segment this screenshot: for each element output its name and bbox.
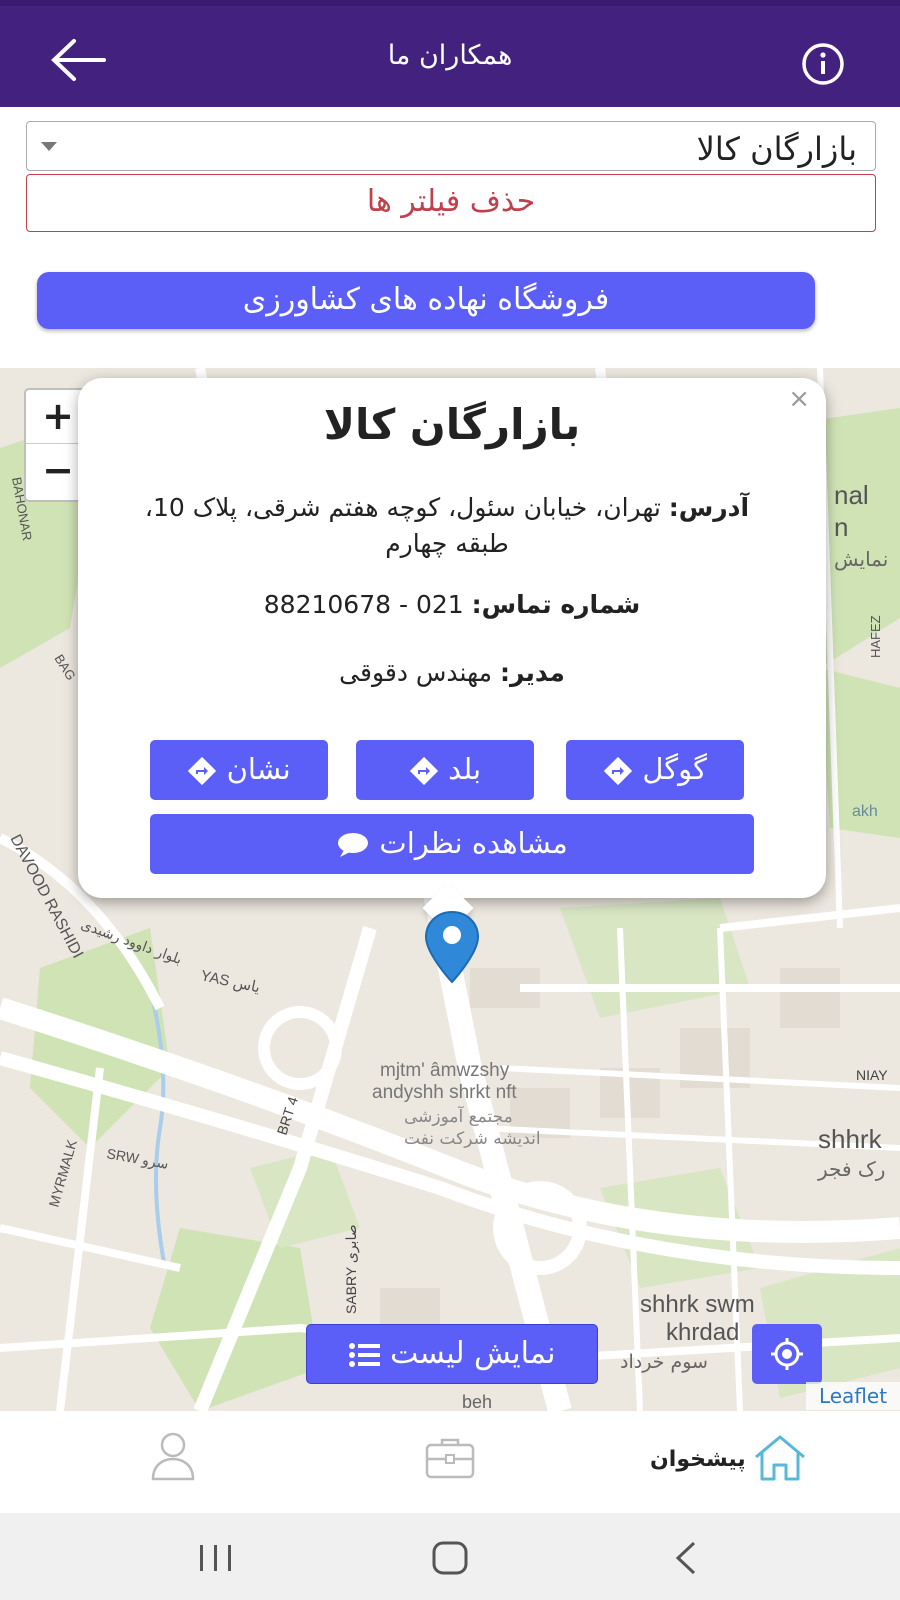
store-address: آدرس: تهران، خیابان سئول، کوچه هفتم شرقی… <box>138 490 756 562</box>
directions-icon <box>603 756 633 786</box>
list-icon <box>348 1342 380 1367</box>
show-list-label: نمایش لیست <box>390 1336 556 1371</box>
locate-me-button[interactable] <box>752 1324 822 1384</box>
select-value: بازارگان کالا <box>696 130 857 168</box>
crosshair-icon <box>771 1338 803 1370</box>
balad-button[interactable]: بلد <box>356 740 534 800</box>
store-popup: × بازارگان کالا آدرس: تهران، خیابان سئول… <box>78 378 826 934</box>
back-icon[interactable] <box>674 1541 698 1575</box>
map-label: mjtm' âmwzshy <box>380 1060 510 1081</box>
map-attribution[interactable]: Leaflet <box>806 1382 900 1410</box>
map-label: HAFEZ <box>868 615 883 658</box>
phone-label: شماره تماس: <box>471 590 641 619</box>
balad-label: بلد <box>448 752 482 786</box>
map-label: shhrk swm <box>640 1291 755 1318</box>
map-label: nal <box>834 480 869 510</box>
neshan-button[interactable]: نشان <box>150 740 328 800</box>
store-filter-select[interactable]: بازارگان کالا <box>26 121 876 171</box>
map-label: akh <box>852 803 878 820</box>
popup-title: بازارگان کالا <box>323 400 581 449</box>
info-circle-icon[interactable] <box>800 41 846 87</box>
recent-apps-icon[interactable] <box>198 1543 234 1573</box>
user-profile-icon[interactable] <box>150 1431 196 1481</box>
briefcase-icon[interactable] <box>424 1435 476 1481</box>
app-header: همکاران ما <box>0 0 900 107</box>
map-label: اندیشه شرکت نفت <box>404 1129 541 1149</box>
map-label: رک فجر <box>817 1157 885 1181</box>
chevron-down-icon <box>41 142 57 151</box>
map-label: نمایش <box>834 547 888 571</box>
address-value: تهران، خیابان سئول، کوچه هفتم شرقی، پلاک… <box>144 493 661 558</box>
page-title: همکاران ما <box>387 40 513 71</box>
home-tab-label[interactable]: پیشخوان <box>650 1447 746 1472</box>
directions-icon <box>188 756 217 786</box>
manager-label: مدیر: <box>499 658 565 687</box>
manager-value: مهندس دقوقی <box>339 658 493 687</box>
show-list-button[interactable]: نمایش لیست <box>306 1324 598 1384</box>
map-label: سوم خرداد <box>620 1351 708 1373</box>
map-label: MYRMALK <box>46 1137 81 1209</box>
neshan-label: نشان <box>226 752 291 786</box>
map-label: BAG <box>51 652 78 683</box>
category-button[interactable]: فروشگاه نهاده های کشاورزی <box>37 272 815 329</box>
map-label: khrdad <box>666 1319 739 1346</box>
google-maps-button[interactable]: گوگل <box>566 740 744 800</box>
home-icon[interactable] <box>752 1433 808 1483</box>
store-phone: شماره تماس: 021 - 88210678 <box>78 590 826 619</box>
system-navigation-bar <box>0 1513 900 1600</box>
phone-value: 021 - 88210678 <box>263 590 464 619</box>
view-reviews-button[interactable]: مشاهده نظرات <box>150 814 754 874</box>
comment-icon <box>338 833 369 857</box>
home-button-icon[interactable] <box>432 1541 468 1575</box>
map-label: DAVOOD RASHIDI <box>6 832 86 961</box>
map-label: SABRY صابری <box>343 1224 360 1314</box>
google-label: گوگل <box>642 752 707 786</box>
map-label: YAS یاس <box>199 967 261 996</box>
map-label: andyshh shrkt nft <box>372 1082 517 1103</box>
directions-icon <box>409 756 439 786</box>
bottom-navigation: پیشخوان <box>0 1411 900 1513</box>
clear-filters-button[interactable]: حذف فیلتر ها <box>26 174 876 232</box>
map-pin-icon[interactable] <box>424 910 480 984</box>
map-label: shhrk <box>818 1124 883 1154</box>
store-manager: مدیر: مهندس دقوقی <box>78 658 826 687</box>
map-label: NIAY <box>856 1067 888 1083</box>
map-label: n <box>834 512 848 542</box>
map-label: مجتمع آموزشی <box>404 1105 513 1127</box>
reviews-label: مشاهده نظرات <box>379 826 568 860</box>
address-label: آدرس: <box>668 493 750 522</box>
map-label: SRW سرو <box>105 1145 170 1173</box>
map-label: beh <box>462 1392 492 1411</box>
